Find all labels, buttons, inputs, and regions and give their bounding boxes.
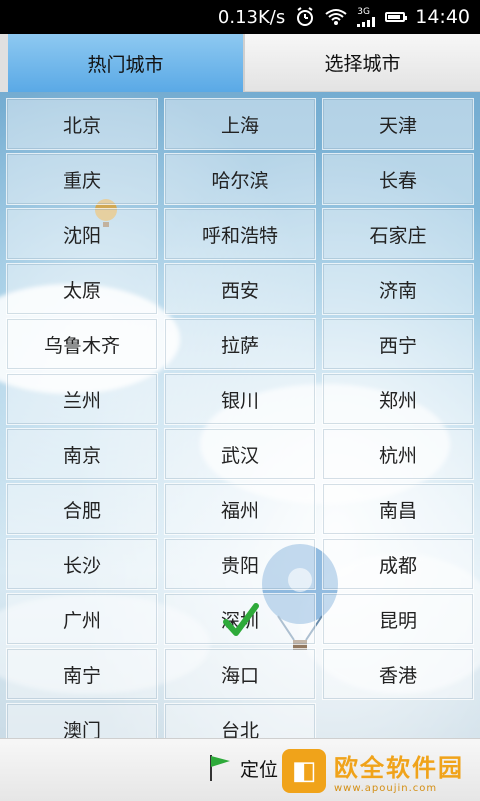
city-cell[interactable]: 福州: [164, 483, 316, 535]
city-cell[interactable]: 台北: [164, 703, 316, 738]
city-cell[interactable]: 广州: [6, 593, 158, 645]
battery-icon: [385, 12, 408, 22]
city-cell[interactable]: 成都: [322, 538, 474, 590]
watermark-logo-icon: ◧: [282, 749, 326, 793]
tab-hot-cities[interactable]: 热门城市: [0, 34, 245, 92]
city-grid[interactable]: 北京 上海 天津重庆 哈尔滨 长春沈阳 呼和浩特 石家庄太原 西安 济南乌鲁木齐 拉萨 西宁兰州 银川…: [6, 98, 474, 738]
city-cell[interactable]: 济南: [322, 263, 474, 315]
clock: 14:40: [415, 6, 470, 28]
city-cell[interactable]: 重庆: [6, 153, 158, 205]
status-bar: 0.13K/s 3G 14:40: [0, 0, 480, 34]
city-cell[interactable]: 哈尔滨: [164, 153, 316, 205]
city-cell[interactable]: 兰州: [6, 373, 158, 425]
city-cell[interactable]: 贵阳: [164, 538, 316, 590]
city-cell[interactable]: 乌鲁木齐: [6, 318, 158, 370]
city-cell[interactable]: 拉萨: [164, 318, 316, 370]
city-cell[interactable]: 武汉: [164, 428, 316, 480]
watermark-title: 欧全软件园: [334, 754, 464, 782]
city-cell[interactable]: 郑州: [322, 373, 474, 425]
city-cell[interactable]: 西宁: [322, 318, 474, 370]
city-cell[interactable]: 银川: [164, 373, 316, 425]
city-cell[interactable]: 澳门: [6, 703, 158, 738]
watermark-url: www.apoujin.com: [334, 783, 438, 794]
network-type: 3G: [357, 6, 370, 17]
check-icon: [223, 603, 259, 636]
city-cell[interactable]: 香港: [322, 648, 474, 700]
city-cell[interactable]: 长沙: [6, 538, 158, 590]
alarm-icon: [295, 7, 315, 27]
city-cell[interactable]: 合肥: [6, 483, 158, 535]
city-cell[interactable]: 沈阳: [6, 208, 158, 260]
city-cell[interactable]: 南昌: [322, 483, 474, 535]
city-cell[interactable]: 昆明: [322, 593, 474, 645]
signal-icon: 3G: [357, 6, 376, 27]
watermark: ◧ 欧全软件园 www.apoujin.com: [282, 746, 478, 796]
locate-button[interactable]: 定位: [208, 753, 278, 783]
tab-label: 热门城市: [87, 53, 164, 76]
city-cell[interactable]: 杭州: [322, 428, 474, 480]
city-cell[interactable]: 海口: [164, 648, 316, 700]
flag-icon: [210, 755, 230, 781]
net-speed: 0.13K/s: [217, 6, 286, 28]
tab-label: 选择城市: [324, 53, 401, 75]
city-cell[interactable]: 长春: [322, 153, 474, 205]
city-tabs: 热门城市 选择城市: [0, 34, 480, 92]
city-cell[interactable]: 太原: [6, 263, 158, 315]
wifi-icon: [325, 8, 347, 26]
city-cell[interactable]: 西安: [164, 263, 316, 315]
city-cell[interactable]: 石家庄: [322, 208, 474, 260]
city-cell[interactable]: 上海: [164, 98, 316, 150]
tab-select-city[interactable]: 选择城市: [245, 34, 480, 92]
city-cell[interactable]: 南宁: [6, 648, 158, 700]
city-cell[interactable]: 北京: [6, 98, 158, 150]
locate-label: 定位: [240, 758, 279, 781]
city-cell[interactable]: 呼和浩特: [164, 208, 316, 260]
city-cell[interactable]: 天津: [322, 98, 474, 150]
city-cell[interactable]: 南京: [6, 428, 158, 480]
